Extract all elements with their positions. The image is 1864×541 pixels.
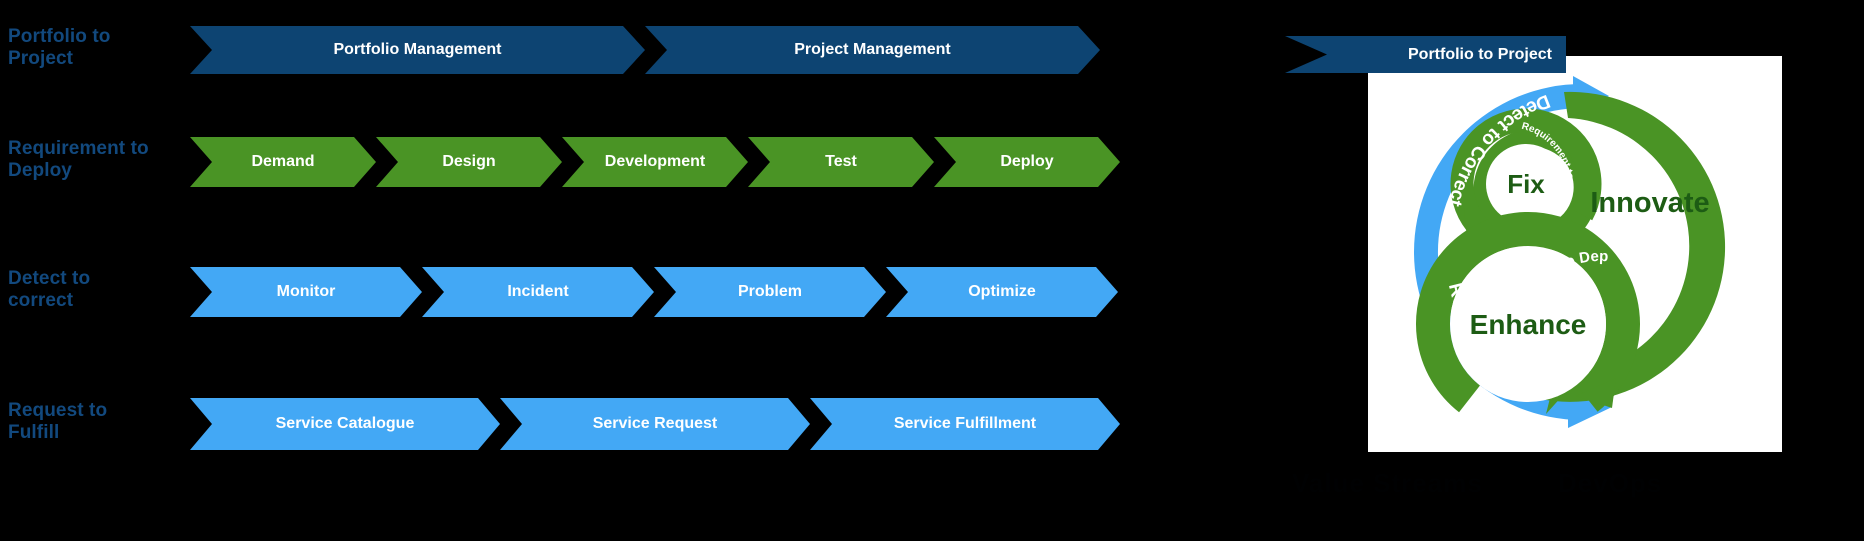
row-stages: Portfolio Management Project Management	[190, 26, 1120, 74]
process-stage[interactable]: Deploy	[934, 137, 1120, 187]
row-label-line: Requirement to	[8, 138, 149, 159]
faint-text-left: Value Streams	[1292, 468, 1483, 499]
process-stage-label: Optimize	[968, 283, 1036, 300]
row-label: Detect to correct	[8, 268, 188, 313]
row-label-line: Fulfill	[8, 422, 60, 444]
innovate-label: Innovate	[1590, 187, 1709, 219]
row-label-line: correct	[8, 290, 74, 312]
value-stream-wheel: Detect to Correct Request to Fulfill Req…	[1363, 43, 1782, 452]
process-stage-label: Service Request	[592, 415, 718, 432]
fix-label: Fix	[1507, 169, 1545, 199]
process-stage-label: Deploy	[1000, 153, 1054, 170]
process-stage[interactable]: Problem	[654, 267, 886, 317]
process-row: Portfolio to Project Portfolio Management P…	[0, 26, 1110, 74]
process-stage[interactable]: Test	[748, 137, 934, 187]
process-stage[interactable]: Demand	[190, 137, 376, 187]
process-stage-label: Test	[825, 153, 857, 170]
row-label-line: Request to	[8, 400, 108, 421]
enhance-label: Enhance	[1470, 309, 1587, 340]
process-stage-label: Problem	[737, 283, 802, 300]
process-stage[interactable]: Design	[376, 137, 562, 187]
diagram-canvas: Portfolio to Project Portfolio Management P…	[0, 0, 1864, 541]
row-stages: Demand Design Development Test Deploy	[190, 137, 1120, 187]
process-stage-label: Development	[604, 153, 706, 170]
row-stages: Monitor Incident Problem Optimize	[190, 267, 1120, 317]
process-stage[interactable]: Portfolio Management	[190, 26, 645, 74]
process-stage-label: Project Management	[794, 41, 951, 58]
process-stage[interactable]: Service Catalogue	[190, 398, 500, 450]
process-stage-label: Design	[442, 153, 496, 170]
row-label-line: Project	[8, 48, 74, 70]
process-stage-label: Incident	[507, 283, 569, 300]
row-label-line: Portfolio to	[8, 26, 111, 47]
process-stage[interactable]: Monitor	[190, 267, 422, 317]
row-stages: Service Catalogue Service Request Service …	[190, 398, 1120, 450]
faint-text-right: DevOps	[1558, 468, 1662, 499]
row-label: Portfolio to Project	[8, 26, 188, 71]
row-label-line: Detect to	[8, 268, 91, 289]
process-stage[interactable]: Optimize	[886, 267, 1118, 317]
process-row: Requirement to Deploy Demand Design Developm…	[0, 137, 1110, 187]
process-stage-label: Monitor	[276, 283, 336, 300]
banner-label: Portfolio to Project	[1408, 45, 1552, 63]
row-label: Requirement to Deploy	[8, 138, 188, 183]
process-stage[interactable]: Service Request	[500, 398, 810, 450]
process-stage[interactable]: Development	[562, 137, 748, 187]
process-stage-label: Service Catalogue	[275, 415, 415, 432]
process-stage[interactable]: Project Management	[645, 26, 1100, 74]
wheel-svg: Detect to Correct Request to Fulfill Req…	[1363, 43, 1760, 436]
process-stage-label: Demand	[251, 153, 315, 170]
row-label: Request to Fulfill	[8, 400, 188, 445]
process-stage-label: Service Fulfillment	[893, 415, 1037, 432]
process-stage[interactable]: Service Fulfillment	[810, 398, 1120, 450]
process-stage[interactable]: Incident	[422, 267, 654, 317]
process-stage-label: Portfolio Management	[333, 41, 502, 58]
row-label-line: Deploy	[8, 160, 72, 182]
process-row: Detect to correct Monitor Incident Problem Op…	[0, 267, 1110, 317]
process-row: Request to Fulfill Service Catalogue Servic…	[0, 398, 1110, 450]
portfolio-to-project-banner[interactable]: Portfolio to Project	[1285, 36, 1566, 73]
